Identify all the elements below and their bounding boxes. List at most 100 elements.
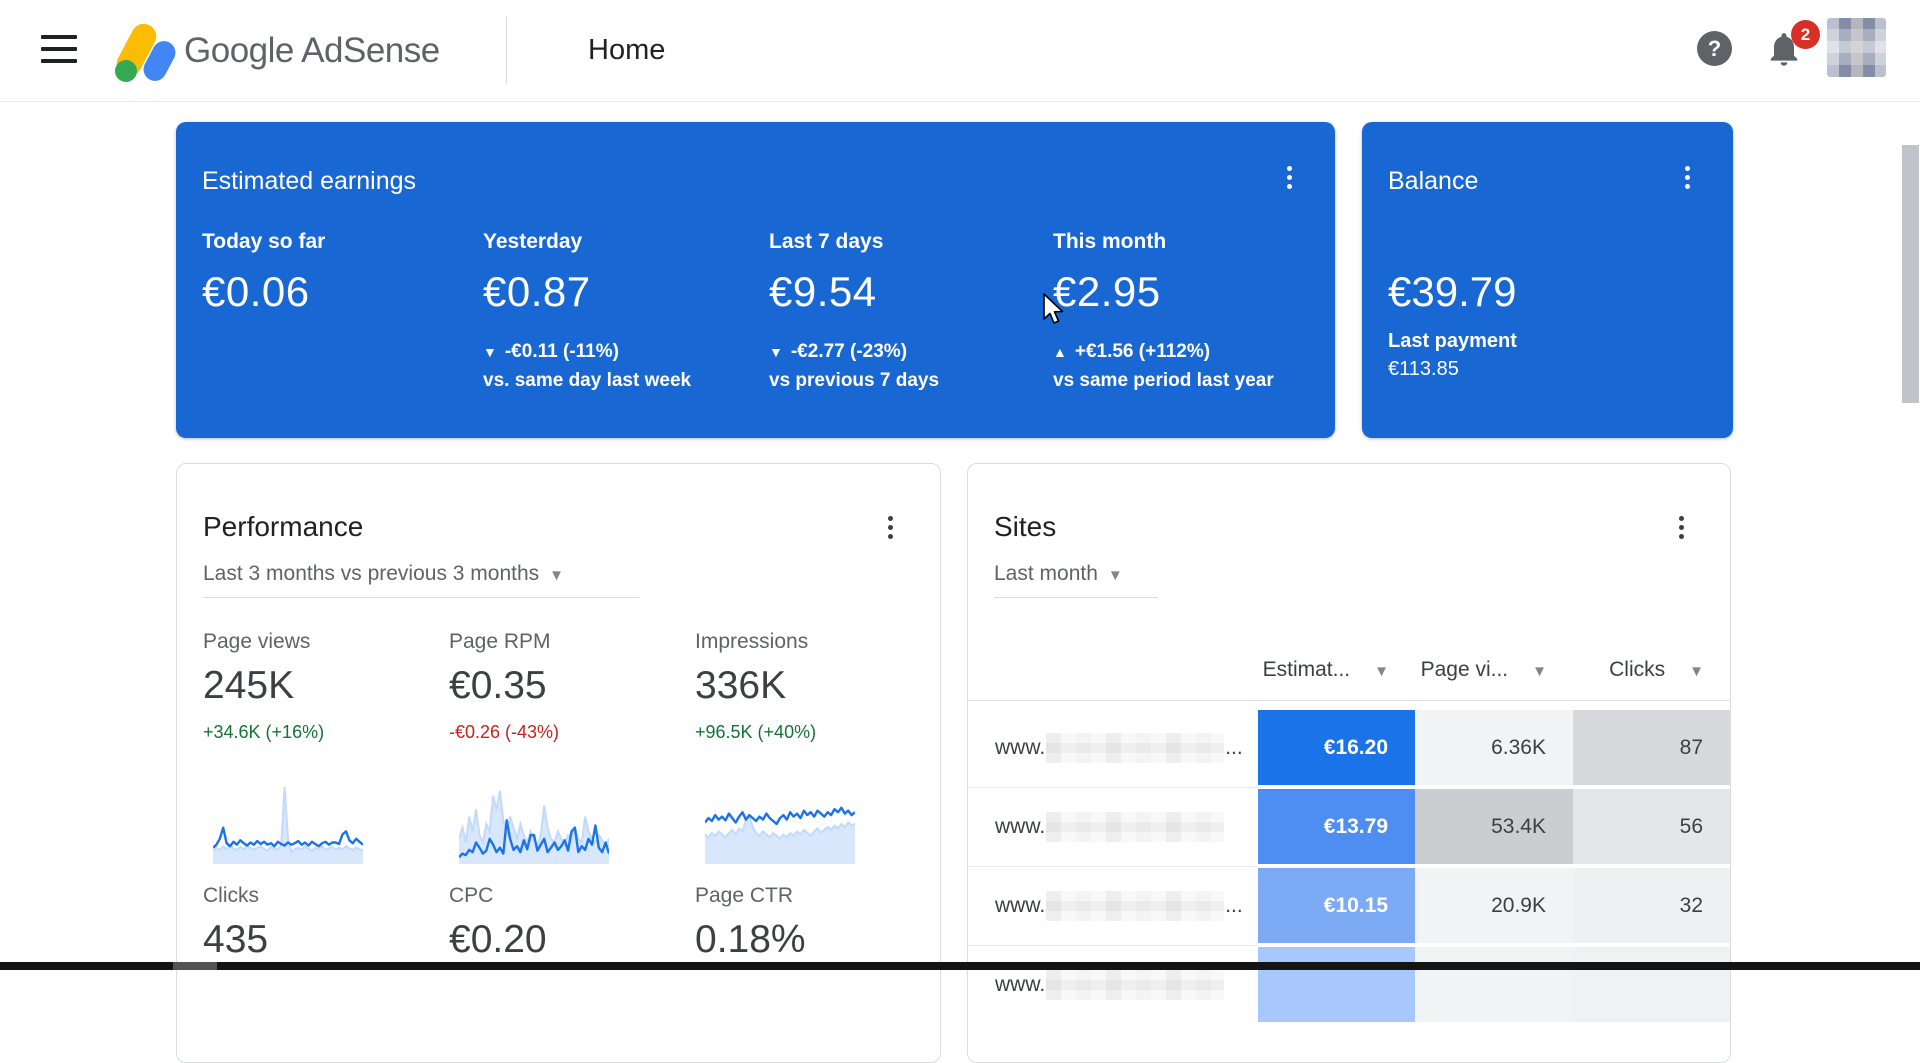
redacted-site-name (1046, 970, 1224, 1000)
metric-label: CPC (449, 884, 679, 908)
page-views-cell: 53.4K (1415, 789, 1573, 864)
redacted-site-name (1046, 812, 1224, 842)
sites-table-body: www.... €16.20 6.36K 87 www. €13.79 53.4… (968, 710, 1730, 1026)
sites-table-header: Estimat...▼ Page vi...▼ Clicks▼ (968, 645, 1730, 701)
page-views-cell: 6.36K (1415, 710, 1573, 785)
metric-label: Impressions (695, 630, 925, 654)
performance-metric-cpc: CPC €0.20 (449, 884, 679, 962)
site-name-link[interactable]: www.... (968, 868, 1258, 943)
last-payment-label: Last payment (1388, 330, 1517, 353)
vertical-scrollbar-thumb[interactable] (1902, 145, 1919, 403)
brand-text: Google AdSense (184, 31, 440, 71)
performance-card-title: Performance (203, 511, 363, 543)
estimated-earnings-card: Estimated earnings Today so far €0.06 Ye… (176, 122, 1335, 438)
menu-icon[interactable] (41, 35, 77, 65)
adsense-logo[interactable]: Google AdSense (112, 18, 440, 84)
metric-label: Clicks (203, 884, 433, 908)
estimated-earnings-cell (1258, 947, 1415, 1022)
metric-compare: vs. same day last week (483, 370, 753, 392)
account-avatar[interactable] (1827, 18, 1886, 77)
column-header-clicks[interactable]: Clicks▼ (1573, 645, 1730, 701)
range-underline (994, 597, 1158, 598)
notification-count-badge: 2 (1791, 20, 1820, 49)
sort-arrow-icon: ▼ (1374, 663, 1389, 680)
page-ctr-sparkline-chart (705, 782, 855, 864)
sort-arrow-icon: ▼ (1532, 663, 1547, 680)
chevron-down-icon: ▼ (1108, 567, 1123, 584)
metric-delta: -€0.26 (-43%) (449, 722, 679, 743)
clicks-sparkline-chart (213, 782, 363, 864)
metric-compare: vs previous 7 days (769, 370, 1039, 392)
bottom-edge-bar (0, 962, 1920, 970)
metric-label: Today so far (202, 230, 472, 254)
earnings-card-title: Estimated earnings (202, 167, 416, 196)
help-icon[interactable]: ? (1697, 31, 1732, 66)
earnings-more-options-icon[interactable] (1276, 164, 1302, 190)
estimated-earnings-cell: €13.79 (1258, 789, 1415, 864)
metric-value: 0.18% (695, 918, 925, 962)
clicks-cell: 87 (1573, 710, 1730, 785)
delta-arrow-icon: ▲ (1053, 344, 1067, 360)
page-views-cell (1415, 947, 1573, 1022)
chevron-down-icon: ▼ (549, 567, 564, 584)
performance-more-options-icon[interactable] (877, 514, 903, 540)
delta-arrow-icon: ▼ (483, 344, 497, 360)
metric-label: Page RPM (449, 630, 679, 654)
estimated-earnings-cell: €10.15 (1258, 868, 1415, 943)
clicks-cell: 32 (1573, 868, 1730, 943)
metric-value: €2.95 (1053, 268, 1323, 316)
metric-delta: ▲+€1.56 (+112%) (1053, 341, 1323, 363)
page-views-cell: 20.9K (1415, 868, 1573, 943)
column-header-estimated-earnings[interactable]: Estimat...▼ (1258, 645, 1415, 701)
performance-metric-page-views: Page views 245K +34.6K (+16%) (203, 630, 433, 743)
site-name-link[interactable]: www. (968, 947, 1258, 1022)
metric-delta: ▼-€2.77 (-23%) (769, 341, 1039, 363)
metric-label: Yesterday (483, 230, 753, 254)
header-divider (506, 17, 507, 83)
sort-arrow-icon: ▼ (1689, 663, 1704, 680)
performance-range-selector[interactable]: Last 3 months vs previous 3 months▼ (203, 562, 564, 586)
estimated-earnings-cell: €16.20 (1258, 710, 1415, 785)
metric-value: €9.54 (769, 268, 1039, 316)
delta-arrow-icon: ▼ (769, 344, 783, 360)
metric-label: Last 7 days (769, 230, 1039, 254)
earnings-metric-today: Today so far €0.06 (202, 230, 472, 316)
metric-value: 435 (203, 918, 433, 962)
performance-metric-impressions: Impressions 336K +96.5K (+40%) (695, 630, 925, 743)
cpc-sparkline-chart (459, 782, 609, 864)
sites-range-selector[interactable]: Last month▼ (994, 562, 1123, 586)
table-row: www.... €16.20 6.36K 87 (968, 710, 1730, 785)
metric-label: This month (1053, 230, 1323, 254)
site-name-link[interactable]: www. (968, 789, 1258, 864)
metric-value: €0.06 (202, 268, 472, 316)
metric-delta: +96.5K (+40%) (695, 722, 925, 743)
table-row: www. (968, 947, 1730, 1022)
metric-value: €0.20 (449, 918, 679, 962)
metric-value: €0.87 (483, 268, 753, 316)
balance-card-title: Balance (1388, 167, 1478, 196)
metric-value: €0.35 (449, 664, 679, 708)
column-header-page-views[interactable]: Page vi...▼ (1415, 645, 1573, 701)
brand-adsense: AdSense (301, 31, 440, 70)
site-name-link[interactable]: www.... (968, 710, 1258, 785)
balance-more-options-icon[interactable] (1674, 164, 1700, 190)
clicks-cell: 56 (1573, 789, 1730, 864)
earnings-metric-month: This month €2.95 ▲+€1.56 (+112%) vs same… (1053, 230, 1323, 392)
last-payment-value: €113.85 (1388, 358, 1459, 381)
metric-delta: ▼-€0.11 (-11%) (483, 341, 753, 363)
sites-more-options-icon[interactable] (1668, 514, 1694, 540)
brand-google: Google (184, 31, 294, 70)
balance-value: €39.79 (1388, 268, 1516, 316)
performance-metric-clicks: Clicks 435 (203, 884, 433, 962)
page-title: Home (588, 34, 665, 67)
metric-value: 245K (203, 664, 433, 708)
horizontal-scrollbar-thumb[interactable] (173, 962, 217, 970)
range-underline (203, 597, 639, 598)
clicks-cell (1573, 947, 1730, 1022)
balance-card: Balance €39.79 Last payment €113.85 (1362, 122, 1733, 438)
metric-compare: vs same period last year (1053, 370, 1323, 392)
performance-card: Performance Last 3 months vs previous 3 … (176, 463, 941, 1063)
earnings-metric-last7: Last 7 days €9.54 ▼-€2.77 (-23%) vs prev… (769, 230, 1039, 392)
table-row: www. €13.79 53.4K 56 (968, 789, 1730, 864)
metric-label: Page views (203, 630, 433, 654)
